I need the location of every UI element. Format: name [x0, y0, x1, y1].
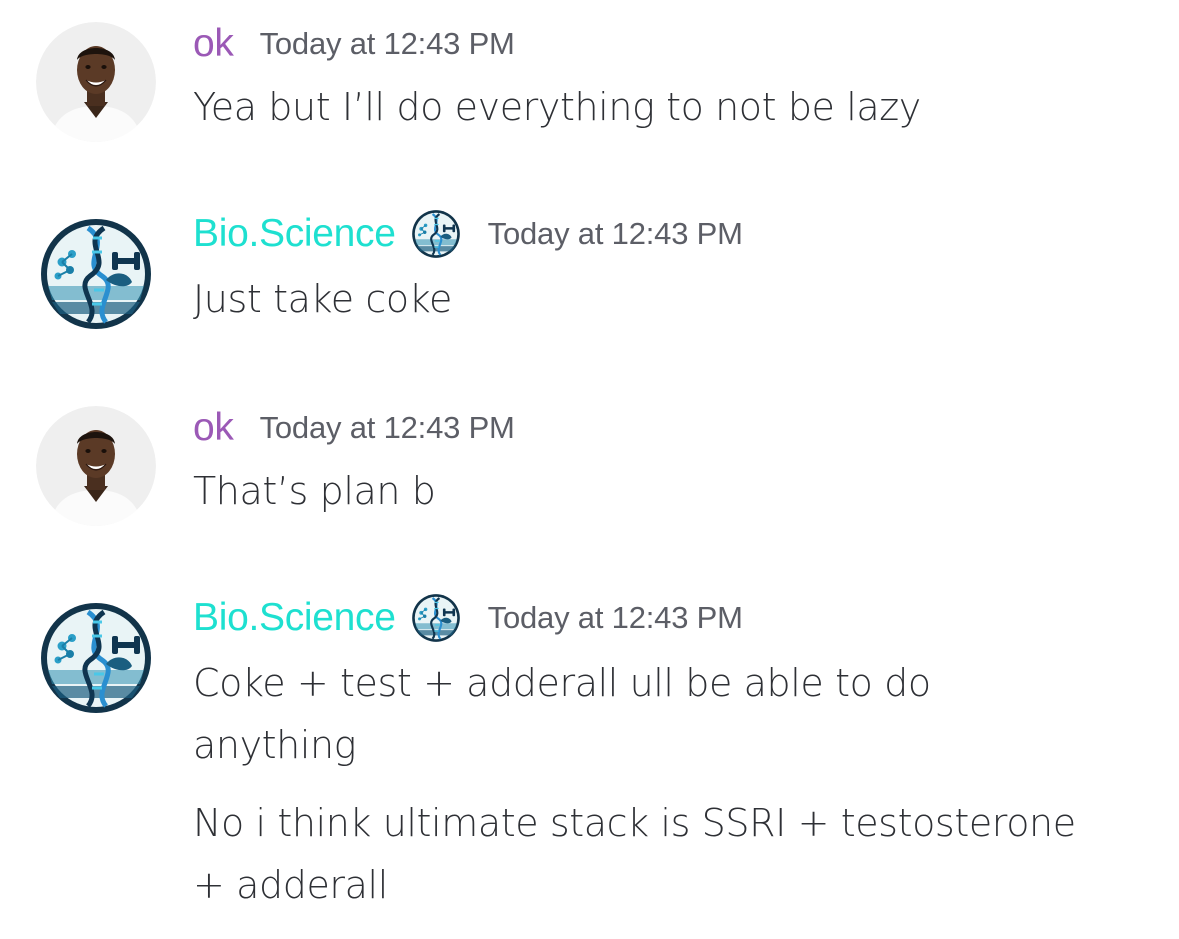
- man-smiling-avatar: [36, 22, 156, 142]
- message-text: Yea but I’ll do everything to not be laz…: [193, 85, 921, 129]
- timestamp: Today at 12:43 PM: [487, 216, 743, 251]
- username[interactable]: Bio.Science: [193, 596, 396, 640]
- message-text: No i think ultimate stack is SSRI + test…: [193, 801, 1076, 845]
- username[interactable]: ok: [193, 406, 234, 450]
- user-avatar-bio-science[interactable]: [36, 214, 156, 334]
- message-text: anything: [193, 723, 357, 767]
- message-header: ok Today at 12:43 PM: [193, 402, 515, 454]
- user-avatar-ok[interactable]: [36, 22, 156, 142]
- dna-dumbbell-badge-icon[interactable]: [410, 208, 462, 260]
- message-text: Just take coke: [193, 277, 452, 321]
- message-text: Coke + test + adderall ull be able to do: [193, 661, 931, 705]
- timestamp: Today at 12:43 PM: [259, 410, 515, 445]
- timestamp: Today at 12:43 PM: [487, 600, 743, 635]
- message-text: + adderall: [193, 863, 388, 907]
- dna-dumbbell-badge-icon[interactable]: [410, 592, 462, 644]
- user-avatar-ok[interactable]: [36, 406, 156, 526]
- message-header: ok Today at 12:43 PM: [193, 18, 515, 70]
- dna-dumbbell-logo-avatar: [36, 598, 156, 718]
- message-header: Bio.Science Today at 12:43 PM: [193, 208, 743, 260]
- man-smiling-avatar: [36, 406, 156, 526]
- message-text: That’s plan b: [193, 469, 436, 513]
- message-header: Bio.Science Today at 12:43 PM: [193, 592, 743, 644]
- user-avatar-bio-science[interactable]: [36, 598, 156, 718]
- timestamp: Today at 12:43 PM: [259, 26, 515, 61]
- username[interactable]: Bio.Science: [193, 212, 396, 256]
- username[interactable]: ok: [193, 22, 234, 66]
- dna-dumbbell-logo-avatar: [36, 214, 156, 334]
